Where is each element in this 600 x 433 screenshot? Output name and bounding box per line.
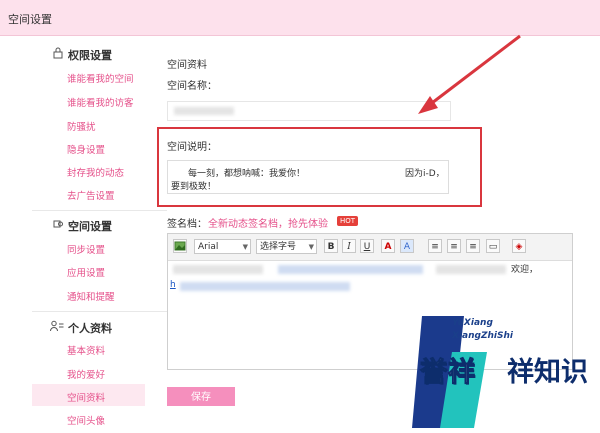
watermark-cn-part2: 祥知识 (507, 357, 588, 388)
watermark-cn-part1: 誉祥 (420, 357, 476, 389)
watermark-text-line2: XiangZhiShi (452, 331, 513, 341)
watermark-text-line1: YuXiang (452, 318, 493, 328)
